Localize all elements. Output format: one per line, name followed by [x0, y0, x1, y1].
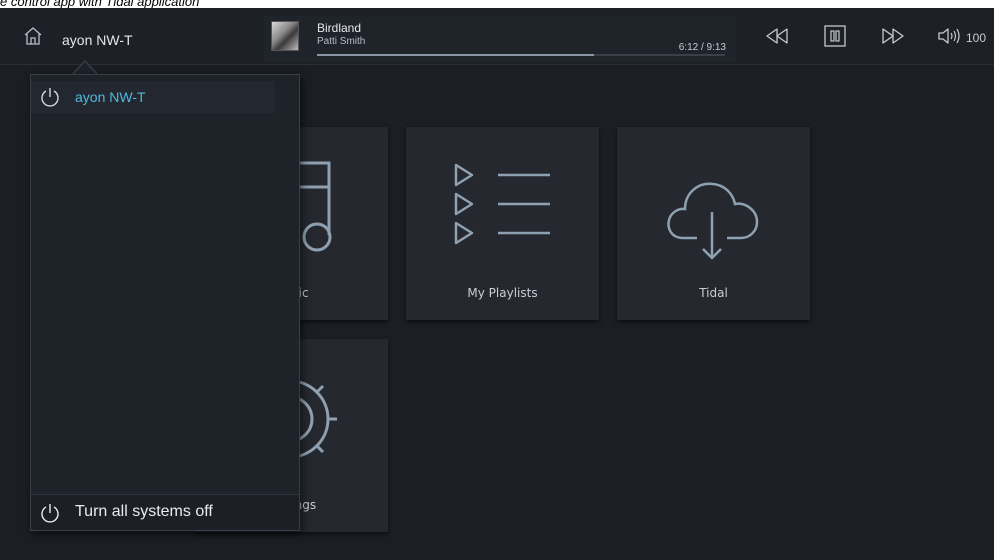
now-playing-panel[interactable]: Birdland Patti Smith 6:12 / 9:13 — [264, 16, 736, 62]
track-artist: Patti Smith — [317, 36, 366, 47]
track-time: 6:12 / 9:13 — [678, 42, 726, 53]
dropdown-item-system[interactable]: ayon NW-T — [31, 81, 275, 113]
app-window: ayon NW-T Birdland Patti Smith 6:12 / 9:… — [0, 8, 994, 560]
playlist-icon — [454, 163, 550, 245]
previous-button[interactable] — [764, 24, 790, 48]
next-button[interactable] — [880, 24, 906, 48]
tile-tidal[interactable]: Tidal — [617, 127, 810, 320]
home-icon — [24, 27, 42, 45]
home-button[interactable] — [22, 25, 44, 47]
volume-level: 100 — [966, 31, 987, 45]
pause-icon — [824, 25, 846, 47]
power-icon — [41, 88, 59, 107]
dropdown-item-label: ayon NW-T — [75, 89, 146, 105]
turn-all-off-button[interactable]: Turn all systems off — [31, 494, 299, 530]
top-bar: ayon NW-T Birdland Patti Smith 6:12 / 9:… — [0, 8, 994, 65]
turn-all-off-label: Turn all systems off — [75, 503, 213, 520]
system-dropdown: ayon NW-T Turn all systems off — [30, 74, 300, 531]
tile-my-playlists[interactable]: My Playlists — [406, 127, 599, 320]
fast-forward-icon — [882, 28, 904, 44]
speaker-icon — [938, 28, 960, 44]
power-icon — [41, 504, 59, 523]
rewind-icon — [766, 28, 788, 44]
pause-button[interactable] — [822, 24, 848, 48]
tile-label: Tidal — [699, 286, 728, 300]
tile-label: My Playlists — [467, 286, 538, 300]
volume-button[interactable] — [937, 24, 963, 48]
album-art — [271, 21, 299, 51]
progress-fill — [317, 54, 595, 56]
caption-text: e control app with Tidal application — [0, 0, 200, 8]
system-selector[interactable]: ayon NW-T — [62, 32, 133, 48]
progress-bar[interactable] — [317, 54, 725, 56]
track-title: Birdland — [317, 21, 362, 35]
cloud-download-icon — [667, 182, 759, 260]
